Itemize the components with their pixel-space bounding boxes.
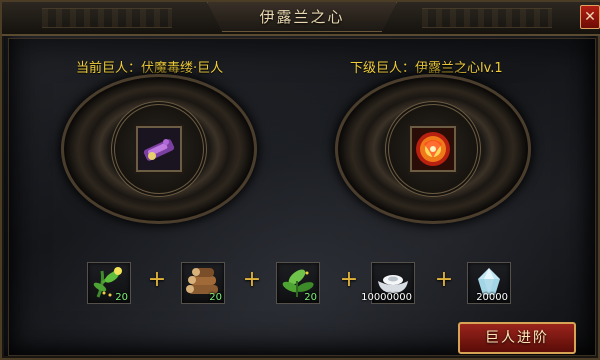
material-count: 20000: [476, 292, 508, 303]
next-giant-slot[interactable]: [410, 126, 456, 172]
title-ornament-left: [42, 8, 172, 28]
plus-icon: +: [242, 267, 262, 292]
title-bar: 伊露兰之心 ✕: [2, 2, 600, 36]
current-giant-ring: [61, 74, 257, 224]
plus-icon: +: [434, 267, 454, 292]
plus-icon: +: [339, 267, 359, 292]
current-giant-label: 当前巨人：伏魔毒缕·巨人: [76, 61, 224, 76]
window-frame: 伊露兰之心 ✕ 当前巨人：伏魔毒缕·巨人 下级巨人：伊露兰之心lv.1 20 +…: [0, 0, 600, 360]
giant-advance-button[interactable]: 巨人进阶: [458, 322, 576, 354]
material-slot-wood[interactable]: 20: [181, 262, 225, 304]
title-ornament-right: [422, 8, 552, 28]
close-button[interactable]: ✕: [580, 5, 600, 29]
material-slot-herb[interactable]: 20: [87, 262, 131, 304]
material-count: 20: [209, 292, 222, 303]
window-title: 伊露兰之心: [259, 8, 345, 26]
material-slot-leaves[interactable]: 20: [276, 262, 320, 304]
material-count: 20: [115, 292, 128, 303]
next-giant-ring: [335, 74, 531, 224]
purple-weapon-icon: [138, 128, 180, 170]
material-count: 20: [304, 292, 317, 303]
flaming-orb-icon: [412, 128, 454, 170]
material-slot-silver[interactable]: 10000000: [361, 262, 415, 304]
material-slot-crystal[interactable]: 20000: [467, 262, 511, 304]
material-count: 10000000: [361, 292, 412, 303]
current-giant-slot[interactable]: [136, 126, 182, 172]
plus-icon: +: [147, 267, 167, 292]
